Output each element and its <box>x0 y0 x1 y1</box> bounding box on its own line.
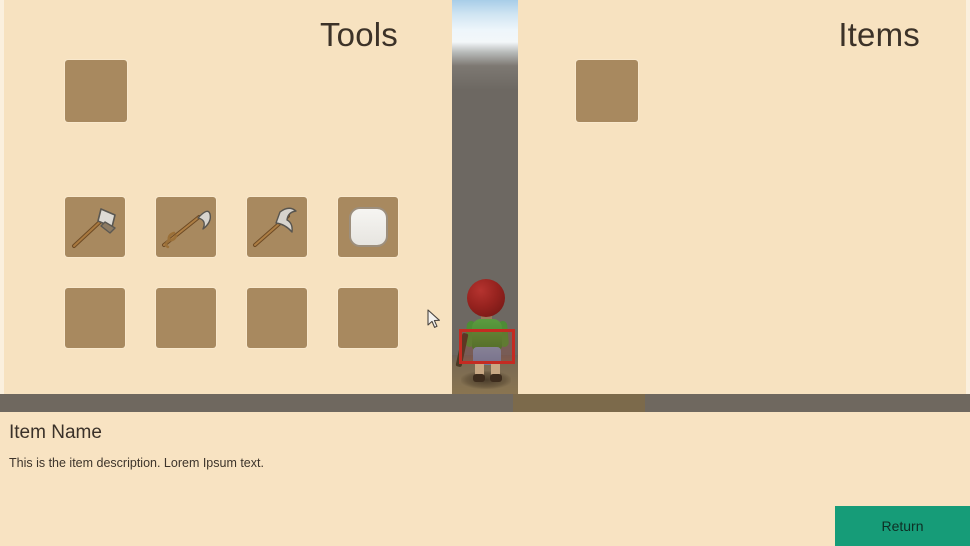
world-ground-strip <box>0 394 970 412</box>
tools-equipped-slot[interactable] <box>65 60 127 122</box>
items-panel: Items <box>518 0 970 394</box>
game-inventory-screen: Tools Items Item Name This is the item d… <box>0 0 970 546</box>
character-shadow <box>461 371 511 389</box>
scythe-icon <box>162 210 212 249</box>
hoe-icon <box>72 208 116 248</box>
world-ground-patch <box>513 394 645 412</box>
tile-selection-highlight <box>459 329 515 364</box>
white-block-icon <box>349 207 388 247</box>
tools-panel-title: Tools <box>319 16 398 53</box>
character-shoe-left <box>473 374 485 382</box>
item-description-text: This is the item description. Lorem Ipsu… <box>9 456 264 470</box>
tools-slot-grid <box>65 197 398 348</box>
items-panel-title: Items <box>838 16 920 53</box>
item-info-bar: Item Name This is the item description. … <box>0 412 970 546</box>
character-shoe-right <box>490 374 502 382</box>
tool-slot-hoe[interactable] <box>65 197 125 257</box>
tool-slot-empty-2[interactable] <box>156 288 216 348</box>
character-head <box>467 279 505 317</box>
tools-panel: Tools <box>0 0 452 394</box>
tool-slot-empty-1[interactable] <box>65 288 125 348</box>
tool-slot-pickaxe[interactable] <box>247 197 307 257</box>
item-name-label: Item Name <box>9 422 102 443</box>
return-button[interactable]: Return <box>835 506 970 546</box>
tool-slot-white-block[interactable] <box>338 197 398 257</box>
pickaxe-icon <box>253 207 297 247</box>
items-equipped-slot[interactable] <box>576 60 638 122</box>
tool-slot-scythe[interactable] <box>156 197 216 257</box>
tool-slot-empty-3[interactable] <box>247 288 307 348</box>
tool-slot-empty-4[interactable] <box>338 288 398 348</box>
